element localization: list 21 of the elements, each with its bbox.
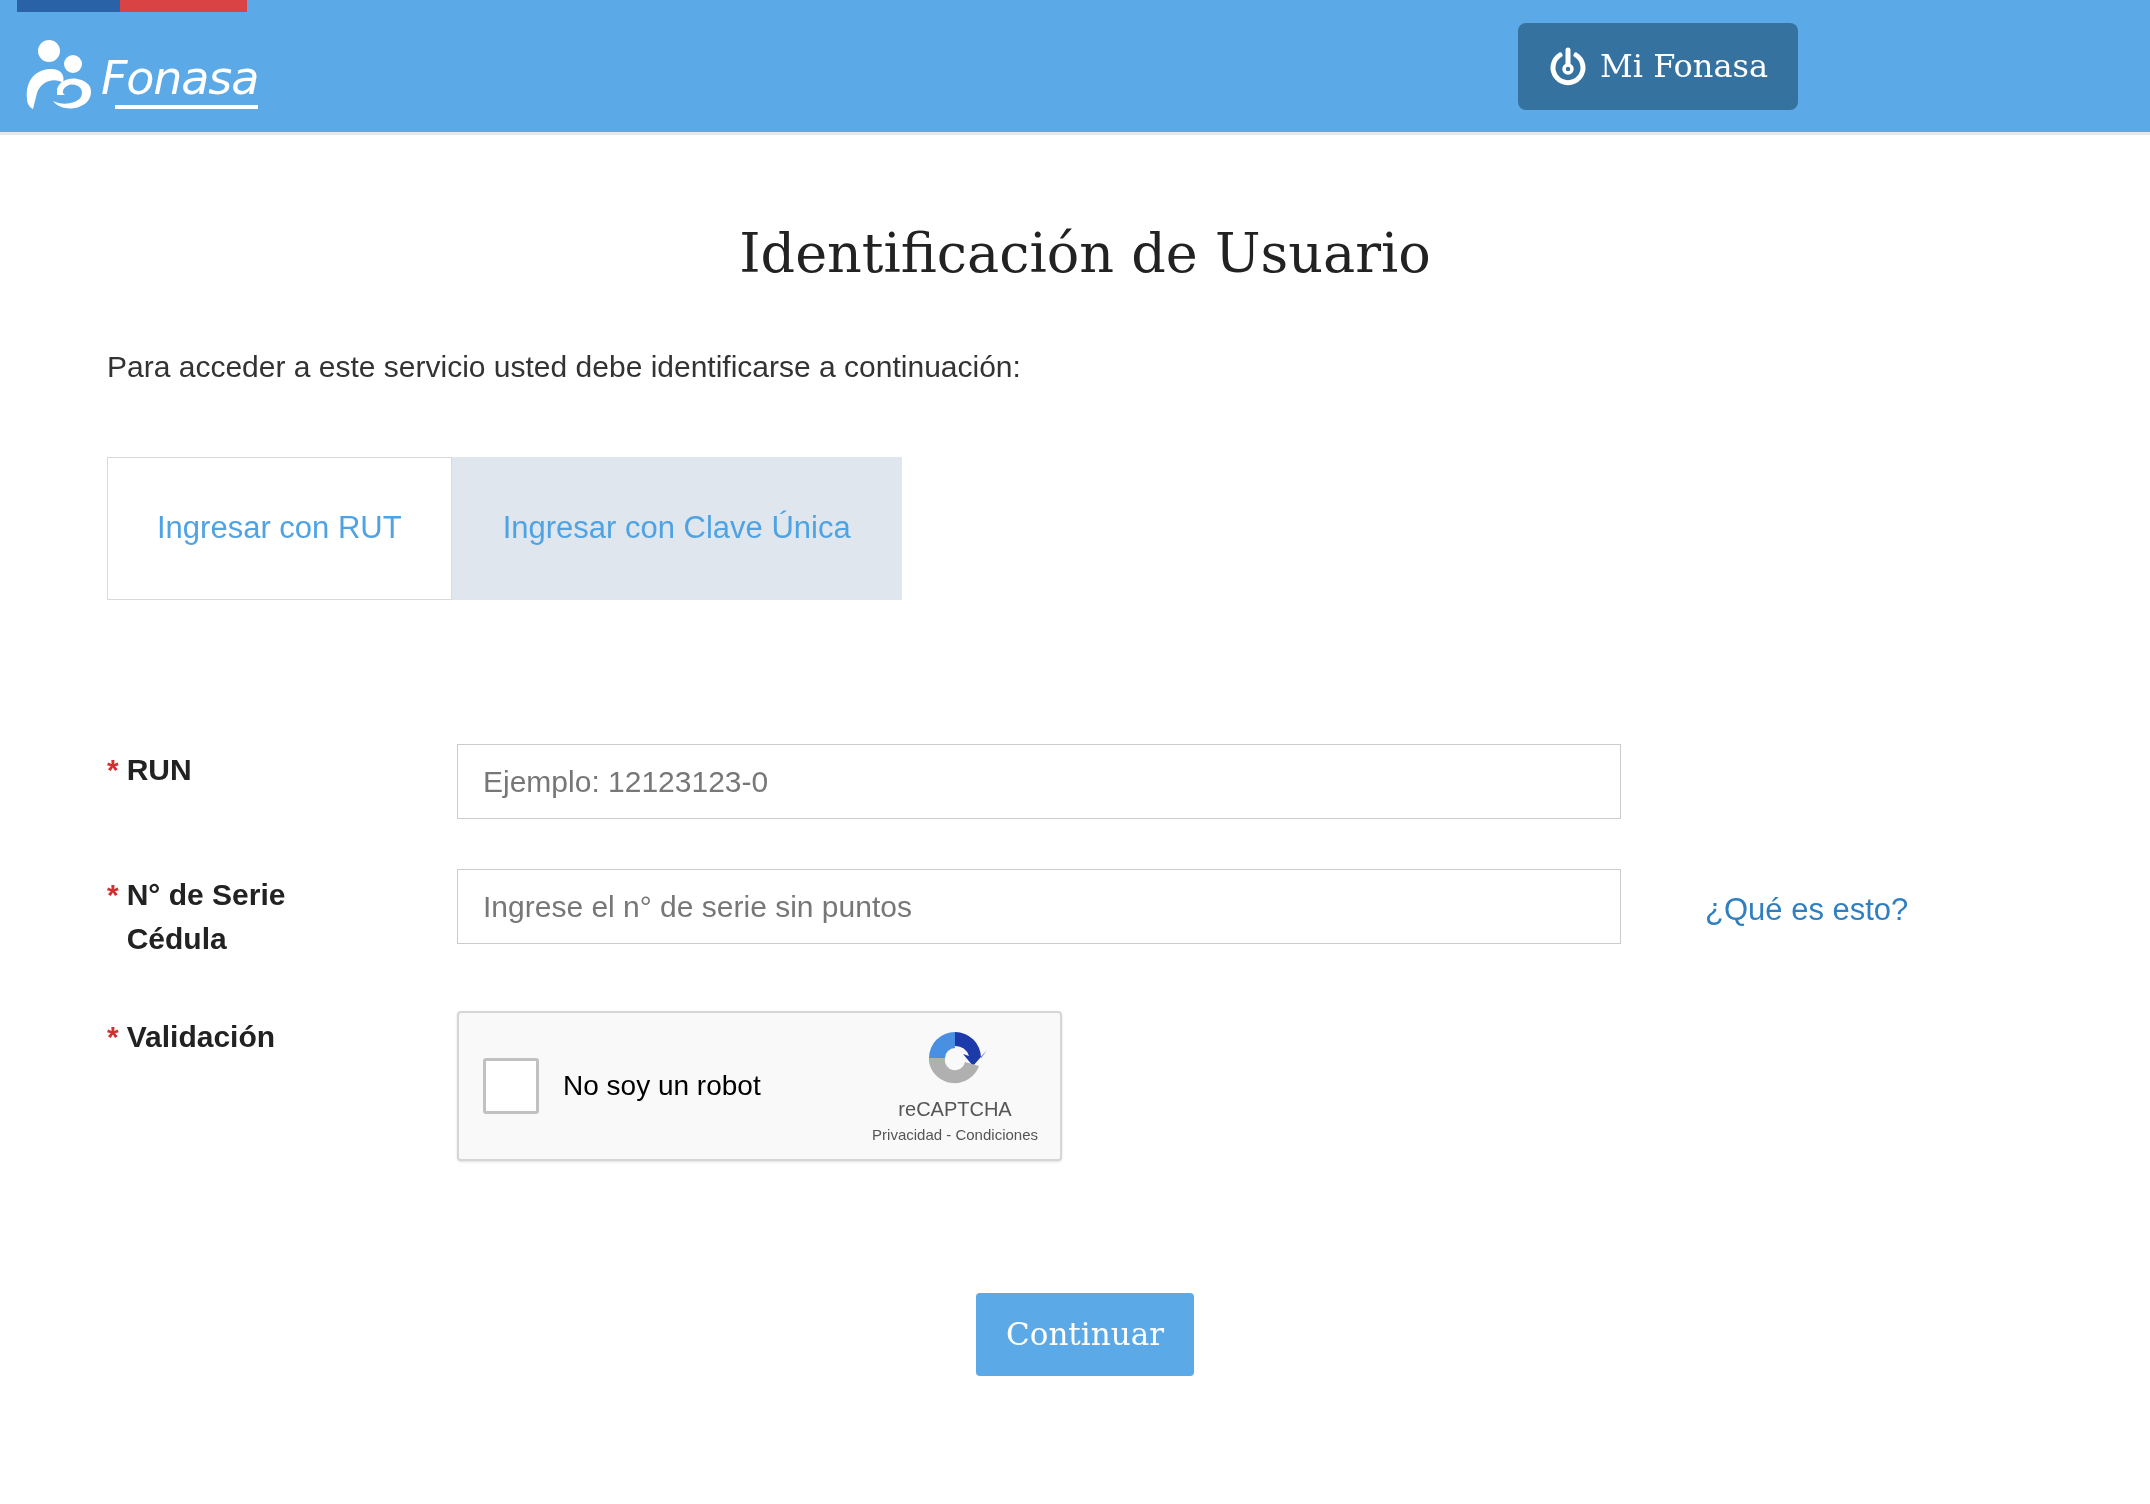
- login-tab[interactable]: Ingresar con RUT: [107, 457, 452, 600]
- page-title: Identificación de Usuario: [738, 221, 1432, 287]
- required-mark: *: [107, 752, 119, 788]
- field-label: N° de Serie Cédula: [126, 877, 287, 957]
- text-input-field[interactable]: Ingrese el n° de serie sin puntos: [457, 869, 1621, 944]
- required-mark: *: [107, 1019, 119, 1055]
- mi-fonasa-button[interactable]: Mi Fonasa: [1518, 22, 1798, 110]
- intro-text: Para acceder a este servicio usted debe identificarse a continuación:: [107, 349, 1022, 385]
- captcha-checkbox[interactable]: [483, 1058, 539, 1114]
- text-input-field[interactable]: Ejemplo: 12123123-0: [457, 744, 1621, 819]
- power-icon: [1547, 46, 1588, 86]
- login-tab[interactable]: Ingresar con Clave Única: [451, 457, 902, 600]
- required-mark: *: [107, 877, 119, 913]
- logo-wordmark: Fonasa: [101, 55, 259, 101]
- recaptcha-terms[interactable]: Privacidad - Condiciones: [872, 1123, 1038, 1147]
- recaptcha-brand: reCAPTCHA: [898, 1096, 1012, 1122]
- field-label: Validación: [126, 1019, 277, 1055]
- field-label: RUN: [126, 752, 193, 788]
- continue-button[interactable]: Continuar: [976, 1293, 1194, 1376]
- help-link[interactable]: ¿Qué es esto?: [1705, 887, 1909, 934]
- captcha-label: No soy un robot: [563, 1069, 762, 1103]
